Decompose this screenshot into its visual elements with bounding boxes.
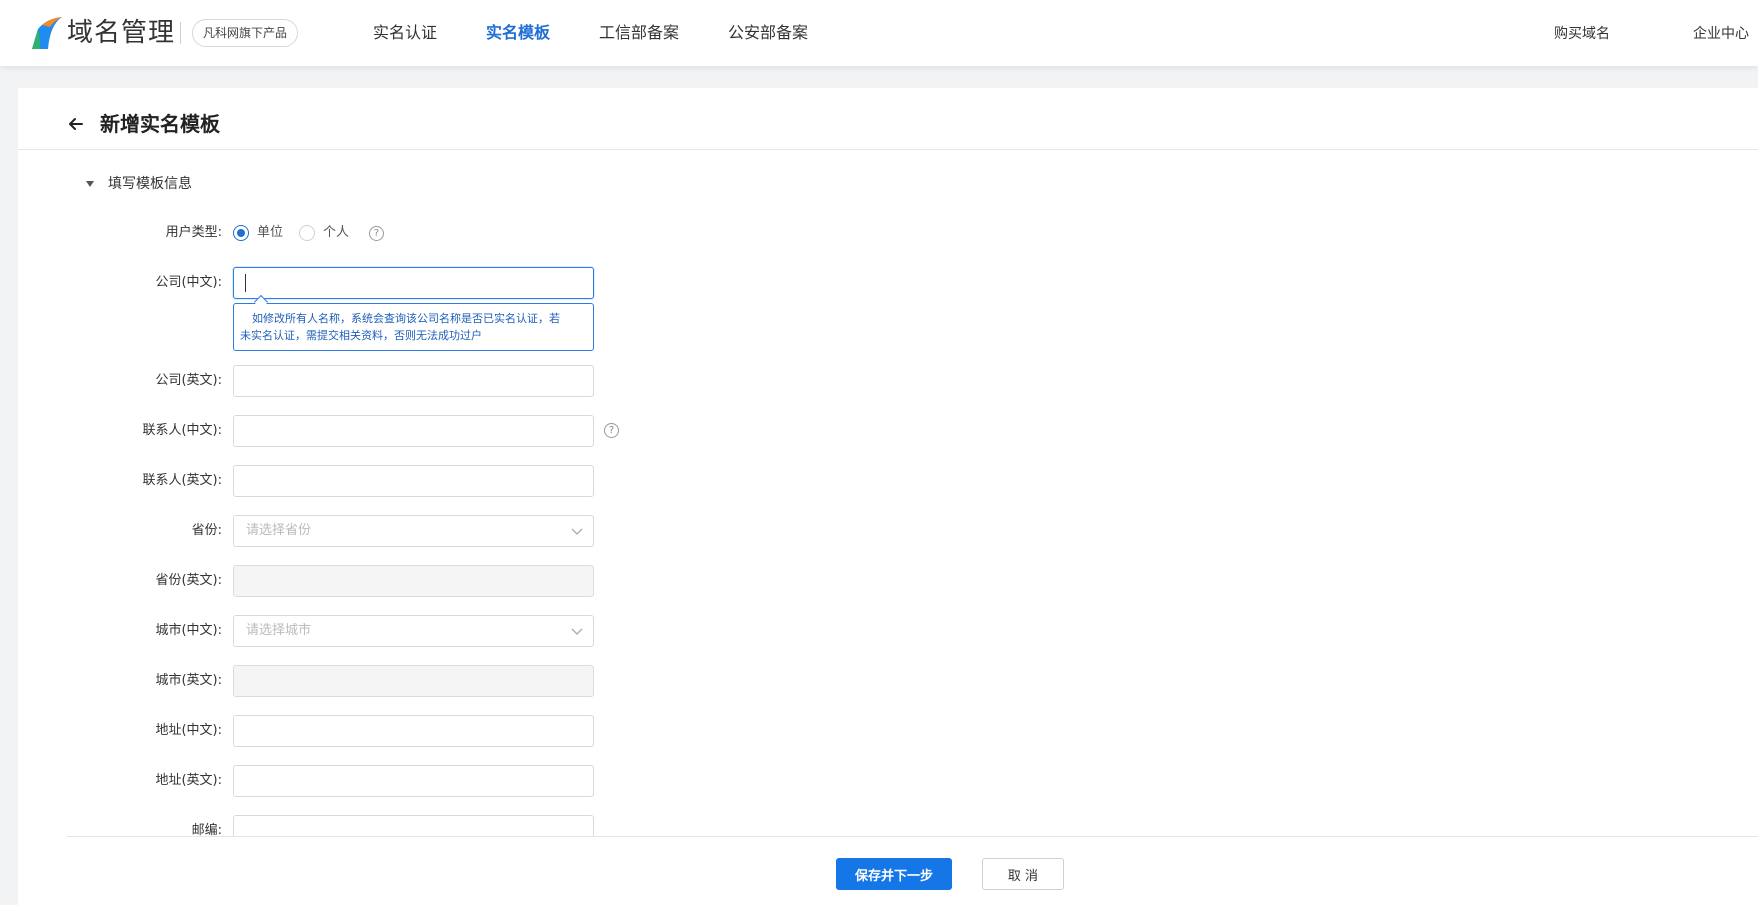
tooltip-text-line1: 如修改所有人名称，系统会查询该公司名称是否已实名认证，若 (252, 312, 560, 325)
company-en-input[interactable] (233, 365, 594, 397)
logo-icon[interactable] (28, 15, 64, 51)
caret-down-icon[interactable] (85, 180, 95, 188)
brand-title[interactable]: 域名管理 (67, 15, 175, 51)
address-en-label: 地址(英文): (155, 773, 222, 788)
tooltip-text-line2: 未实名认证，需提交相关资料，否则无法成功过户 (240, 329, 482, 342)
cancel-button[interactable]: 取 消 (982, 858, 1064, 890)
main-nav: 实名认证 实名模板 工信部备案 公安部备案 (373, 0, 857, 66)
enterprise-center-link[interactable]: 企业中心 (1693, 23, 1749, 43)
radio-org[interactable] (233, 225, 249, 241)
help-icon[interactable]: ? (604, 423, 619, 438)
title-divider (18, 149, 1758, 150)
user-type-label: 用户类型: (165, 225, 222, 240)
brand-badge: 凡科网旗下产品 (192, 19, 299, 47)
address-en-input[interactable] (233, 765, 594, 797)
contact-en-label: 联系人(英文): (142, 473, 222, 488)
brand-divider (180, 22, 181, 44)
address-cn-label: 地址(中文): (155, 723, 222, 738)
radio-org-label[interactable]: 单位 (257, 224, 283, 242)
contact-cn-label: 联系人(中文): (142, 423, 222, 438)
chevron-down-icon (571, 628, 583, 635)
city-en-label: 城市(英文): (155, 673, 222, 688)
company-en-label: 公司(英文): (155, 373, 222, 388)
nav-item-realname-auth[interactable]: 实名认证 (373, 0, 437, 66)
address-cn-input[interactable] (233, 715, 594, 747)
section-title[interactable]: 填写模板信息 (108, 175, 192, 193)
province-label: 省份: (191, 523, 222, 538)
company-cn-label: 公司(中文): (155, 275, 222, 290)
radio-personal[interactable] (299, 225, 316, 241)
page-title: 新增实名模板 (100, 112, 220, 136)
city-placeholder: 请选择城市 (246, 623, 312, 638)
footer-divider (67, 836, 1758, 837)
city-cn-label: 城市(中文): (155, 623, 222, 638)
province-en-label: 省份(英文): (155, 573, 222, 588)
user-type-radio-group: 单位 个人 (233, 224, 365, 242)
save-next-button[interactable]: 保存并下一步 (836, 858, 952, 890)
text-cursor (245, 274, 246, 292)
back-arrow-icon[interactable] (66, 114, 86, 134)
city-select[interactable]: 请选择城市 (233, 615, 594, 647)
buy-domain-link[interactable]: 购买域名 (1554, 23, 1610, 43)
city-en-input (233, 665, 594, 697)
nav-item-police-filing[interactable]: 公安部备案 (728, 0, 808, 66)
nav-item-miit-filing[interactable]: 工信部备案 (599, 0, 679, 66)
help-icon[interactable]: ? (369, 226, 384, 241)
contact-cn-input[interactable] (233, 415, 594, 447)
radio-personal-label[interactable]: 个人 (323, 224, 349, 242)
nav-item-realname-template[interactable]: 实名模板 (486, 0, 550, 66)
chevron-down-icon (571, 528, 583, 535)
contact-en-input[interactable] (233, 465, 594, 497)
company-name-tooltip: 如修改所有人名称，系统会查询该公司名称是否已实名认证，若 未实名认证，需提交相关… (233, 303, 594, 351)
province-placeholder: 请选择省份 (246, 523, 312, 538)
company-cn-input[interactable] (233, 267, 594, 299)
top-navbar: 域名管理 凡科网旗下产品 实名认证 实名模板 工信部备案 公安部备案 购买域名 … (0, 0, 1758, 66)
province-en-input (233, 565, 594, 597)
province-select[interactable]: 请选择省份 (233, 515, 594, 547)
